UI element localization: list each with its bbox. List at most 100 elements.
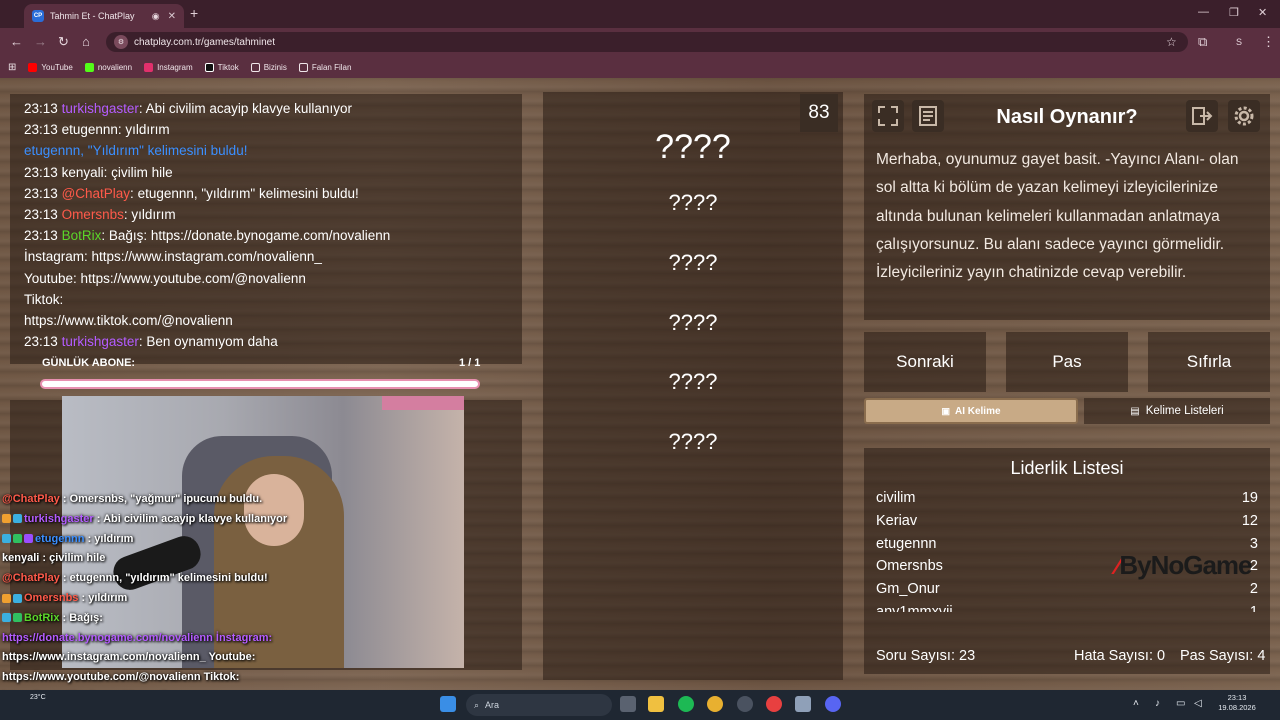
- bookmark-youtube[interactable]: YouTube: [28, 62, 73, 72]
- pass-button[interactable]: Pas: [1006, 332, 1128, 392]
- overlay-chat-message: BotRix : Bağış:: [2, 609, 342, 629]
- bookmark-star-icon[interactable]: ☆: [1166, 35, 1177, 49]
- browser-tab[interactable]: CP Tahmin Et - ChatPlay ◉ ✕: [24, 4, 184, 28]
- forbidden-word: ????: [668, 429, 718, 454]
- close-window-icon[interactable]: ✕: [1258, 6, 1267, 19]
- bookmark-label: Instagram: [157, 62, 193, 72]
- chat-badge-icon: [13, 593, 22, 603]
- chat-message: 23:13 turkishgaster: Ben oynamıyom daha: [24, 331, 508, 352]
- microphone-tray-icon[interactable]: ♪: [1155, 698, 1160, 709]
- how-to-play-text: Merhaba, oyunumuz gayet basit. -Yayıncı …: [876, 151, 1239, 282]
- daily-sub-goal-progress-bar: [40, 379, 480, 389]
- new-tab-icon[interactable]: +: [190, 5, 198, 21]
- overlay-chat-message: https://www.youtube.com/@novalienn Tikto…: [2, 668, 342, 688]
- chat-username[interactable]: etugennn, "Yıldırım" kelimesini buldu!: [24, 143, 247, 158]
- chat-timestamp: 23:13: [24, 207, 58, 223]
- overlay-chat-username: @ChatPlay: [2, 493, 60, 505]
- network-icon[interactable]: ▭: [1176, 698, 1185, 709]
- chat-message: Youtube: https://www.youtube.com/@novali…: [24, 268, 508, 289]
- chat-text: Youtube: https://www.youtube.com/@novali…: [24, 270, 306, 286]
- bookmark-bizinis[interactable]: Bizinis: [250, 62, 287, 72]
- overlay-chat-username: etugennn: [35, 532, 85, 545]
- question-count: Soru Sayısı: 23: [876, 648, 976, 664]
- ai-word-button[interactable]: ▣ AI Kelime: [864, 398, 1078, 424]
- stream-chat-panel: 23:13 turkishgaster: Abi civilim acayip …: [10, 94, 522, 364]
- leaderboard-player-score: 19: [1241, 490, 1258, 506]
- chrome-icon[interactable]: [707, 696, 723, 712]
- bookmark-novalienn[interactable]: novalienn: [84, 62, 132, 72]
- bookmark-label: Tiktok: [217, 62, 239, 72]
- overlay-chat-username: kenyali: [2, 552, 40, 565]
- audio-playing-icon[interactable]: ◉: [152, 11, 160, 22]
- home-icon[interactable]: ⌂: [82, 34, 90, 49]
- chrome-active-icon[interactable]: [766, 696, 782, 712]
- taskbar-search[interactable]: ⌕ Ara: [466, 694, 612, 716]
- chat-badge-icon: [13, 534, 22, 544]
- leaderboard-player-score: 2: [1249, 581, 1258, 598]
- chat-separator: :: [101, 228, 109, 244]
- clock-time: 23:13: [1227, 693, 1247, 702]
- reset-button[interactable]: Sıfırla: [1148, 332, 1270, 392]
- back-icon[interactable]: ←: [10, 34, 23, 49]
- overlay-chat-username: BotRix: [24, 611, 60, 624]
- task-view-icon[interactable]: [620, 696, 636, 712]
- settings-gear-icon[interactable]: [1228, 100, 1260, 132]
- leaderboard-player-name: Omersnbs: [876, 558, 943, 575]
- weather-widget[interactable]: 23°C: [30, 694, 46, 701]
- close-tab-icon[interactable]: ✕: [168, 11, 176, 22]
- bookmark-falan-filan[interactable]: Falan Filan: [298, 62, 351, 72]
- exit-icon[interactable]: [1186, 100, 1218, 132]
- chat-username[interactable]: Omersnbs: [62, 207, 124, 222]
- windows-start-icon[interactable]: [440, 696, 456, 712]
- overlay-chat-message: https://donate.bynogame.com/novalienn İn…: [2, 629, 342, 649]
- chat-username[interactable]: @ChatPlay: [62, 186, 130, 201]
- minimize-icon[interactable]: —: [1198, 6, 1209, 18]
- discord-icon[interactable]: [825, 696, 841, 712]
- forbidden-word: ????: [668, 369, 718, 394]
- volume-icon[interactable]: ◁: [1194, 698, 1202, 709]
- overlay-chat-text: https://www.instagram.com/novalienn_ You…: [2, 651, 256, 664]
- chat-username[interactable]: BotRix: [62, 228, 102, 243]
- profile-avatar[interactable]: S: [1236, 37, 1242, 47]
- chat-badge-icon: [2, 613, 11, 623]
- browser-tab-bar: CP Tahmin Et - ChatPlay ◉ ✕ + — ❐ ✕: [0, 0, 1280, 28]
- bookmark-instagram[interactable]: Instagram: [144, 62, 193, 72]
- next-button[interactable]: Sonraki: [864, 332, 986, 392]
- spotify-icon[interactable]: [678, 696, 694, 712]
- obs-icon[interactable]: [737, 696, 753, 712]
- site-info-icon[interactable]: ⚙: [114, 35, 128, 49]
- leaderboard-row: civilim 19: [876, 490, 1258, 512]
- menu-icon[interactable]: ⋮: [1262, 34, 1275, 50]
- bookmark-tiktok[interactable]: Tiktok: [204, 62, 239, 72]
- bookmarks-bar: ⊞ YouTube novalienn Instagram Tiktok Biz…: [0, 56, 1280, 78]
- address-bar-url: chatplay.com.tr/games/tahminet: [134, 36, 275, 48]
- reload-icon[interactable]: ↻: [58, 34, 69, 50]
- chat-message: Tiktok:: [24, 289, 508, 310]
- chat-username[interactable]: turkishgaster: [62, 101, 139, 116]
- overlay-chat-message: @ChatPlay : Omersnbs, "yağmur" ipucunu b…: [2, 490, 342, 510]
- extensions-icon[interactable]: ⧉: [1198, 34, 1207, 50]
- app-icon[interactable]: [795, 696, 811, 712]
- apps-grid-icon[interactable]: ⊞: [8, 62, 16, 73]
- forward-icon[interactable]: →: [34, 34, 47, 49]
- overlay-chat-text: : çivilim hile: [42, 552, 106, 565]
- chat-text: etugennn, "yıldırım" kelimesini buldu!: [137, 185, 359, 201]
- word-lists-button[interactable]: ▤ Kelime Listeleri: [1084, 398, 1270, 424]
- overlay-chat-message: https://www.instagram.com/novalienn_ You…: [2, 648, 342, 668]
- taskbar-search-placeholder: Ara: [485, 700, 500, 710]
- tray-chevron-icon[interactable]: ˄: [1133, 698, 1139, 709]
- instagram-icon: [144, 62, 154, 72]
- list-icon: ▤: [1130, 405, 1140, 417]
- taskbar-clock[interactable]: 23:13 19.08.2026: [1214, 693, 1260, 713]
- chat-timestamp: 23:13: [24, 185, 58, 201]
- youtube-icon: [28, 62, 38, 72]
- how-to-play-panel: Nasıl Oynanır? Merhaba, oyunumuz gayet b…: [864, 94, 1270, 320]
- file-explorer-icon[interactable]: [648, 696, 664, 712]
- chat-username[interactable]: turkishgaster: [62, 334, 139, 349]
- chat-badge-icon: [2, 593, 11, 603]
- address-bar[interactable]: ⚙ chatplay.com.tr/games/tahminet: [106, 32, 1188, 52]
- chat-text: İnstagram: https://www.instagram.com/nov…: [24, 249, 322, 265]
- maximize-icon[interactable]: ❐: [1229, 6, 1239, 19]
- game-area: 23:13 turkishgaster: Abi civilim acayip …: [0, 78, 1280, 720]
- leaderboard-player-name: any1mmxvii: [876, 604, 953, 612]
